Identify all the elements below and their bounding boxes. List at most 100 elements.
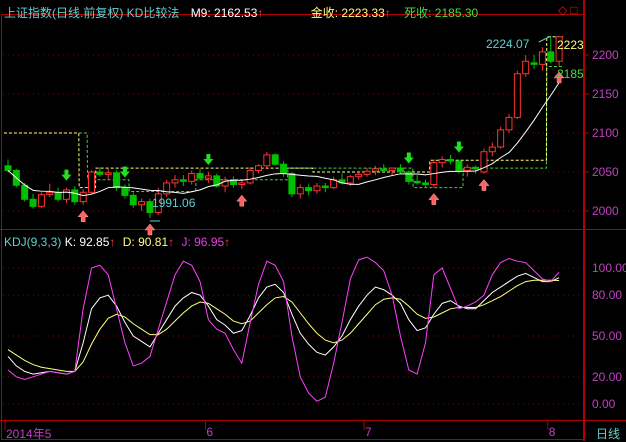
up-arrow-icon: ↑: [384, 6, 391, 20]
candle-up: [488, 146, 496, 153]
kdj-tick-label: 20.00: [592, 369, 623, 384]
candle-down: [129, 194, 137, 206]
candle-up: [522, 60, 530, 75]
chart-header: 上证指数(日线.前复权) KD比较法 M9: 2162.53 ↑ 金收: 2223…: [4, 4, 478, 21]
candle-down: [280, 163, 288, 175]
candle-down: [29, 198, 37, 207]
kdj-tick-label: 100.00: [592, 261, 626, 275]
x-tick-label: 7: [365, 425, 372, 439]
candle-down: [96, 171, 104, 175]
candle-down: [455, 160, 463, 171]
candle-up: [37, 194, 45, 207]
candle-up: [88, 171, 95, 193]
candle-down: [179, 179, 187, 182]
kdj-tick-label: 80.00: [592, 288, 623, 303]
candle-down: [305, 187, 313, 192]
candle-up: [46, 191, 54, 196]
buy-arrow-icon: [428, 193, 440, 205]
kdj-name: KDJ(9,3,3): [4, 235, 62, 249]
chart-frame: [1, 14, 584, 440]
low-price-label: 1991.06: [152, 196, 196, 210]
x-tick-label: 2014年5: [6, 427, 52, 441]
candle-up: [138, 201, 146, 206]
candle-down: [447, 159, 455, 162]
candle-up: [171, 179, 179, 184]
window-controls: ◇ □: [558, 3, 577, 17]
m9-value: M9: 2162.53: [190, 6, 258, 20]
buy-arrow-icon: [236, 194, 248, 207]
square-icon[interactable]: □: [570, 3, 577, 17]
candle-up: [355, 173, 363, 178]
candle-up: [188, 173, 196, 182]
candle-down: [54, 191, 62, 200]
high-price-label: 2224.07: [486, 37, 530, 51]
candle-down: [71, 189, 79, 203]
candle-down: [422, 182, 429, 185]
price-tick-label: 2200: [592, 48, 619, 62]
chart-title: 上证指数(日线.前复权) KD比较法: [4, 6, 180, 20]
j-value: J: 96.95: [181, 235, 225, 249]
candle-up: [363, 170, 371, 175]
candle-up: [79, 191, 87, 203]
candle-up: [263, 154, 271, 167]
dead-close-right-label: 2185: [557, 67, 583, 81]
candle-up: [505, 116, 513, 131]
kdj-line-k: [7, 272, 560, 375]
x-tick-label: 8: [548, 425, 556, 439]
candle-up: [346, 176, 354, 184]
candle-down: [288, 173, 296, 195]
candle-up: [538, 51, 546, 65]
candle-up: [388, 167, 396, 171]
candle-down: [405, 171, 413, 182]
x-tick-label: 6: [206, 425, 214, 439]
candle-up: [438, 159, 446, 164]
candle-down: [472, 166, 480, 170]
sell-arrow-icon: [203, 154, 214, 165]
candle-down: [396, 167, 404, 173]
buy-arrow-icon: [77, 210, 89, 223]
kdj-line-j: [7, 256, 560, 402]
candle-down: [413, 180, 421, 184]
price-tick-label: 2000: [592, 204, 619, 218]
kdj-tick-label: 50.00: [592, 329, 623, 343]
price-tick-label: 2100: [592, 126, 619, 140]
up-arrow-icon: ↑: [168, 235, 175, 249]
candle-down: [271, 154, 279, 165]
candle-down: [380, 168, 388, 171]
candle-up: [246, 169, 254, 184]
period-label[interactable]: 日线: [596, 425, 620, 442]
candle-up: [104, 172, 112, 175]
kdj-tick-label: 0.00: [592, 397, 616, 411]
candle-down: [530, 62, 538, 65]
sell-arrow-icon: [61, 169, 72, 181]
candle-down: [196, 173, 204, 179]
candle-down: [21, 184, 29, 200]
candle-down: [121, 187, 129, 196]
up-arrow-icon: ↑: [224, 235, 231, 249]
k-value: K: 92.85: [64, 235, 110, 249]
candle-up: [238, 182, 246, 185]
buy-arrow-icon: [144, 223, 156, 236]
kdj-header: KDJ(9,3,3) K: 92.85↑ D: 90.81↑ J: 96.95↑: [4, 235, 230, 249]
sell-arrow-icon: [403, 152, 414, 164]
price-tick-label: 2150: [592, 87, 619, 101]
price-tick-label: 2050: [592, 165, 619, 179]
candle-down: [547, 51, 555, 62]
stock-chart[interactable]: [0, 0, 626, 441]
d-value: D: 90.81: [122, 235, 169, 249]
candle-up: [204, 175, 212, 179]
diamond-icon[interactable]: ◇: [558, 3, 567, 17]
candle-up: [463, 166, 471, 171]
candle-down: [321, 185, 329, 189]
high-marker-line: [538, 35, 551, 43]
gold-close-value: 金收: 2223.33: [310, 6, 385, 20]
candle-up: [62, 189, 70, 200]
candle-down: [4, 165, 12, 171]
dead-close-value: 死收: 2185.30: [404, 6, 479, 20]
candle-down: [113, 172, 121, 189]
candle-up: [296, 187, 304, 195]
candle-up: [313, 185, 321, 192]
candle-up: [497, 129, 505, 148]
buy-arrow-icon: [478, 179, 490, 191]
gold-close-right-label: 2223: [557, 38, 583, 52]
